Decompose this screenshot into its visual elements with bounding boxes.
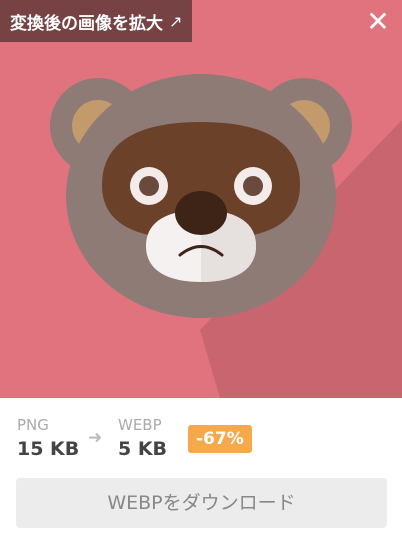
download-button[interactable]: WEBPをダウンロード	[16, 478, 387, 528]
target-format-label: WEBP	[118, 416, 162, 434]
close-icon[interactable]: ✕	[362, 6, 394, 38]
converted-image-preview[interactable]	[0, 0, 402, 398]
size-reduction-badge: -67%	[188, 425, 252, 453]
external-arrow-icon: ↗	[169, 11, 183, 31]
conversion-info: PNG 15 KB ➜ WEBP 5 KB -67% WEBPをダウンロード	[0, 398, 402, 540]
nose	[175, 191, 227, 235]
target-size-value: 5 KB	[118, 438, 168, 460]
source-format-block: PNG 15 KB	[17, 416, 79, 462]
bear-illustration	[50, 74, 402, 398]
right-pupil	[243, 176, 263, 196]
image-result-card: 変換後の画像を拡大 ↗ ✕ PNG 15 KB ➜ WEBP 5 KB -67%…	[0, 0, 402, 540]
arrow-right-icon: ➜	[88, 428, 103, 448]
target-format-block: WEBP 5 KB	[118, 416, 167, 462]
source-size-value: 15 KB	[17, 438, 80, 460]
enlarge-image-button[interactable]: 変換後の画像を拡大 ↗	[0, 0, 193, 42]
enlarge-label: 変換後の画像を拡大	[10, 13, 163, 34]
source-format-label: PNG	[17, 416, 49, 434]
left-pupil	[139, 176, 159, 196]
